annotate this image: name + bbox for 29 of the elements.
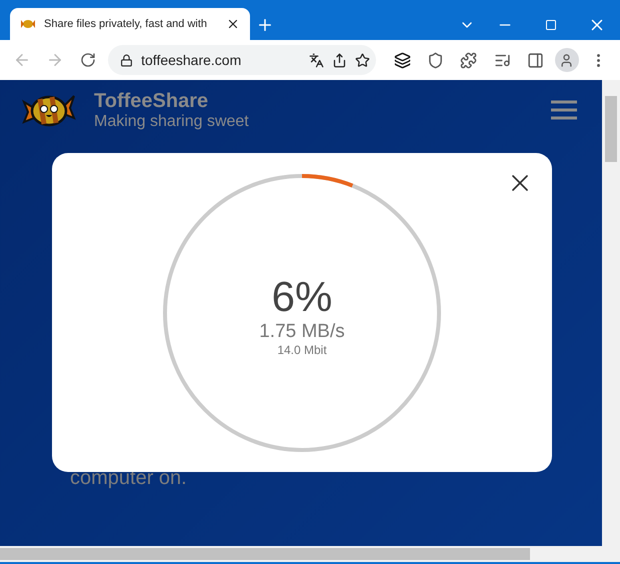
url-text: toffeeshare.com (141, 52, 242, 68)
transferred-amount: 14.0 Mbit (277, 343, 327, 357)
layers-extension-icon[interactable] (394, 52, 411, 68)
maximize-icon[interactable] (545, 19, 557, 31)
menu-icon[interactable] (550, 100, 578, 120)
transfer-speed: 1.75 MB/s (259, 321, 345, 343)
candy-favicon-icon (20, 18, 36, 30)
translate-icon[interactable] (309, 52, 324, 68)
scroll-thumb[interactable] (0, 548, 530, 560)
extensions-icon[interactable] (460, 52, 478, 68)
tagline: Making sharing sweet (94, 112, 250, 130)
close-tab-icon[interactable] (226, 17, 240, 31)
body-text: computer on. (70, 467, 188, 490)
bookmark-star-icon[interactable] (355, 52, 370, 68)
brand-name: ToffeeShare (94, 90, 210, 112)
profile-avatar[interactable] (555, 48, 579, 72)
lock-icon (120, 54, 134, 66)
share-icon[interactable] (332, 52, 348, 68)
shield-extension-icon[interactable] (426, 52, 444, 68)
browser-tab[interactable]: Share files privately, fast and with (10, 8, 250, 40)
side-panel-icon[interactable] (527, 52, 544, 68)
scroll-thumb[interactable] (605, 96, 617, 162)
tab-title: Share files privately, fast and with (44, 18, 208, 30)
horizontal-scrollbar[interactable] (0, 546, 620, 562)
reload-icon[interactable] (80, 52, 96, 68)
address-bar[interactable]: toffeeshare.com (108, 45, 376, 75)
vertical-scrollbar[interactable] (602, 80, 620, 546)
progress-percent: 6% (272, 273, 332, 321)
new-tab-icon[interactable] (256, 16, 274, 34)
